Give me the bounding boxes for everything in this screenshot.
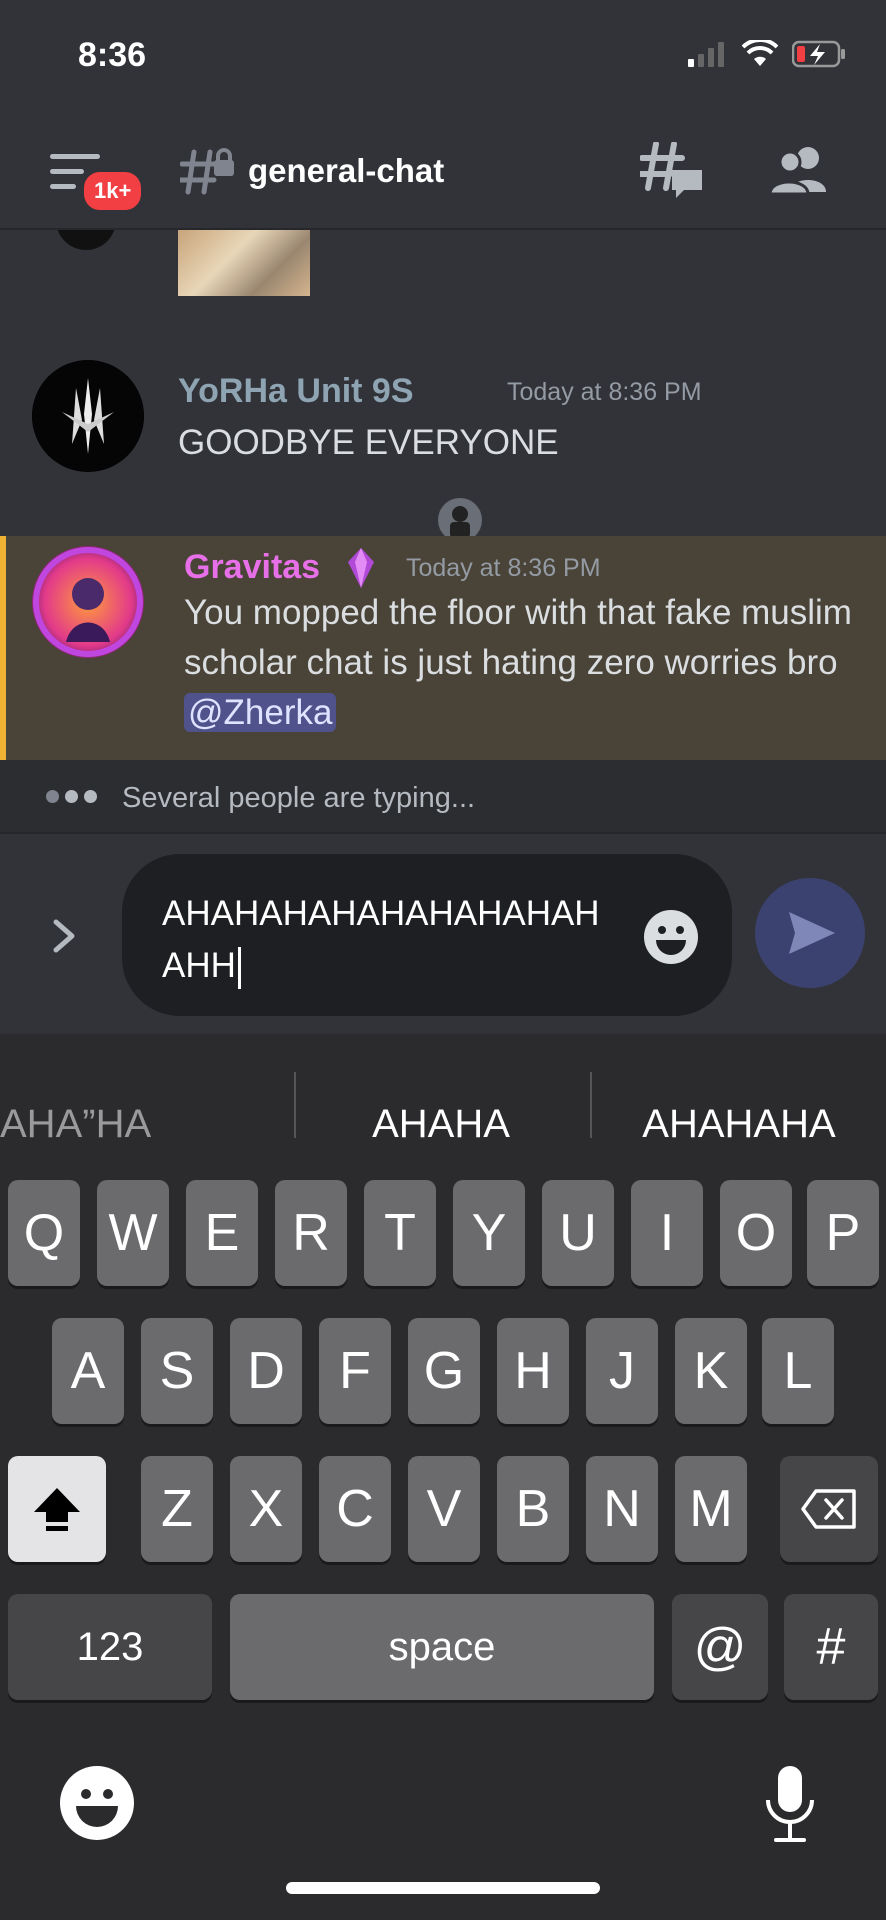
- gem-icon: [348, 548, 374, 588]
- shift-key[interactable]: [8, 1456, 106, 1562]
- key-k[interactable]: K: [675, 1318, 747, 1424]
- message-username[interactable]: YoRHa Unit 9S: [178, 372, 414, 411]
- key-j[interactable]: J: [586, 1318, 658, 1424]
- key-n[interactable]: N: [586, 1456, 658, 1562]
- key-a[interactable]: A: [52, 1318, 124, 1424]
- send-button[interactable]: [755, 878, 865, 988]
- key-r[interactable]: R: [275, 1180, 347, 1286]
- message-input[interactable]: AHAHAHAHAHAHAHAHAHAHH: [122, 854, 732, 1016]
- battery-icon: [792, 40, 845, 68]
- hash-key[interactable]: #: [784, 1594, 878, 1700]
- key-d[interactable]: D: [230, 1318, 302, 1424]
- avatar[interactable]: [32, 360, 144, 472]
- key-g[interactable]: G: [408, 1318, 480, 1424]
- at-key[interactable]: @: [672, 1594, 768, 1700]
- message-text: You mopped the floor with that fake musl…: [184, 588, 864, 738]
- space-key[interactable]: space: [230, 1594, 654, 1700]
- message-timestamp: Today at 8:36 PM: [507, 378, 702, 406]
- status-icons: [688, 40, 846, 68]
- key-f[interactable]: F: [319, 1318, 391, 1424]
- avatar[interactable]: [32, 546, 144, 658]
- emoji-keyboard-icon[interactable]: [58, 1764, 136, 1842]
- message-highlighted[interactable]: Gravitas Today at 8:36 PM You mopped the…: [0, 536, 886, 760]
- key-v[interactable]: V: [408, 1456, 480, 1562]
- locked-channel-icon: [180, 148, 234, 195]
- keyboard: AHA”HA AHAHA AHAHAHA Q W E R T Y U I O P…: [0, 1034, 886, 1920]
- suggestion-2[interactable]: AHAHA: [296, 1074, 586, 1174]
- key-x[interactable]: X: [230, 1456, 302, 1562]
- threads-icon[interactable]: [640, 142, 706, 202]
- key-i[interactable]: I: [631, 1180, 703, 1286]
- signal-icon: [688, 42, 724, 67]
- suggestion-1[interactable]: AHA”HA: [0, 1074, 290, 1174]
- user-mention[interactable]: @Zherka: [184, 693, 337, 732]
- chevron-right-icon[interactable]: [52, 918, 78, 954]
- emoji-icon[interactable]: [642, 908, 700, 966]
- composer: AHAHAHAHAHAHAHAHAHAHH: [0, 834, 886, 1034]
- key-q[interactable]: Q: [8, 1180, 80, 1286]
- message-list[interactable]: YoRHa Unit 9S Today at 8:36 PM GOODBYE E…: [0, 230, 886, 760]
- home-indicator[interactable]: [286, 1882, 600, 1894]
- gravitas-avatar-icon: [33, 547, 143, 657]
- shift-icon: [34, 1488, 80, 1531]
- username-text[interactable]: Gravitas: [184, 548, 320, 586]
- backspace-icon: [801, 1489, 856, 1529]
- message-input-text[interactable]: AHAHAHAHAHAHAHAHAHAHH: [162, 888, 612, 992]
- key-h[interactable]: H: [497, 1318, 569, 1424]
- yorha-logo-icon: [32, 360, 144, 472]
- key-m[interactable]: M: [675, 1456, 747, 1562]
- username-text[interactable]: YoRHa Unit 9S: [178, 372, 414, 410]
- input-value[interactable]: AHAHAHAHAHAHAHAHAHAHH: [162, 894, 600, 985]
- image-attachment[interactable]: [178, 230, 310, 296]
- suggestion-3[interactable]: AHAHAHA: [592, 1074, 886, 1174]
- avatar[interactable]: [56, 230, 116, 250]
- members-icon[interactable]: [770, 146, 830, 196]
- notification-badge: 1k+: [80, 168, 146, 214]
- key-s[interactable]: S: [141, 1318, 213, 1424]
- message-timestamp: Today at 8:36 PM: [406, 554, 601, 582]
- status-bar: 8:36: [0, 0, 886, 110]
- numbers-key[interactable]: 123: [8, 1594, 212, 1700]
- microphone-icon[interactable]: [762, 1764, 818, 1846]
- key-z[interactable]: Z: [141, 1456, 213, 1562]
- key-t[interactable]: T: [364, 1180, 436, 1286]
- channel-header: 1k+ general-chat: [0, 110, 886, 230]
- backspace-key[interactable]: [780, 1456, 878, 1562]
- message-username[interactable]: Gravitas: [184, 548, 320, 587]
- message[interactable]: YoRHa Unit 9S Today at 8:36 PM GOODBYE E…: [0, 360, 886, 542]
- key-e[interactable]: E: [186, 1180, 258, 1286]
- typing-text: Several people are typing...: [122, 782, 476, 814]
- channel-name: general-chat: [248, 152, 445, 189]
- key-u[interactable]: U: [542, 1180, 614, 1286]
- wifi-icon: [742, 40, 778, 66]
- message-body: You mopped the floor with that fake musl…: [184, 593, 852, 682]
- key-l[interactable]: L: [762, 1318, 834, 1424]
- key-y[interactable]: Y: [453, 1180, 525, 1286]
- send-icon: [789, 912, 835, 954]
- key-o[interactable]: O: [720, 1180, 792, 1286]
- typing-indicator: Several people are typing...: [0, 760, 886, 834]
- text-caret: [237, 946, 241, 989]
- key-p[interactable]: P: [807, 1180, 879, 1286]
- key-c[interactable]: C: [319, 1456, 391, 1562]
- status-time: 8:36: [78, 36, 147, 74]
- key-b[interactable]: B: [497, 1456, 569, 1562]
- key-w[interactable]: W: [97, 1180, 169, 1286]
- message-text: GOODBYE EVERYONE: [178, 423, 559, 462]
- typing-dots-icon: [46, 790, 97, 803]
